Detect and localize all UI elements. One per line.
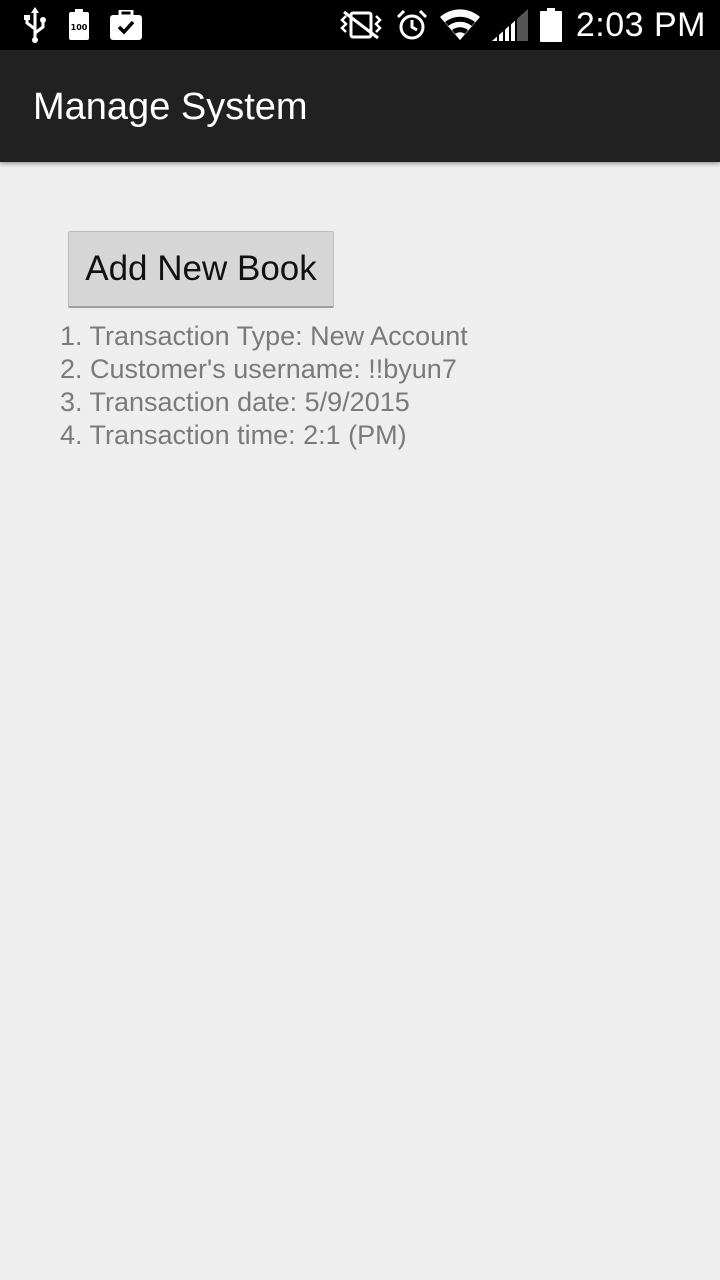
- battery-icon: [539, 8, 562, 42]
- page-title: Manage System: [33, 86, 308, 128]
- briefcase-check-icon: [110, 10, 142, 40]
- usb-icon: [22, 7, 48, 43]
- notification-icons: 100: [22, 7, 162, 43]
- svg-text:100: 100: [71, 23, 88, 32]
- vibrate-mute-icon: [338, 10, 384, 40]
- status-clock: 2:03 PM: [575, 5, 706, 44]
- transaction-info: 1. Transaction Type: New Account 2. Cust…: [60, 320, 468, 452]
- alarm-icon: [396, 9, 428, 41]
- customer-username-line: 2. Customer's username: !!byun7: [60, 354, 457, 384]
- status-bar: 100 2:03 PM: [0, 0, 720, 50]
- action-bar: Manage System: [0, 50, 720, 162]
- signal-icon: [491, 9, 528, 41]
- wifi-icon: [439, 9, 480, 41]
- main-content: Add New Book 1. Transaction Type: New Ac…: [0, 162, 720, 1280]
- system-icons: 2:03 PM: [326, 5, 706, 45]
- transaction-type-line: 1. Transaction Type: New Account: [60, 321, 468, 351]
- transaction-date-line: 3. Transaction date: 5/9/2015: [60, 387, 410, 417]
- add-new-book-button[interactable]: Add New Book: [68, 231, 334, 308]
- transaction-time-line: 4. Transaction time: 2:1 (PM): [60, 420, 407, 450]
- battery-100-icon: 100: [68, 9, 90, 41]
